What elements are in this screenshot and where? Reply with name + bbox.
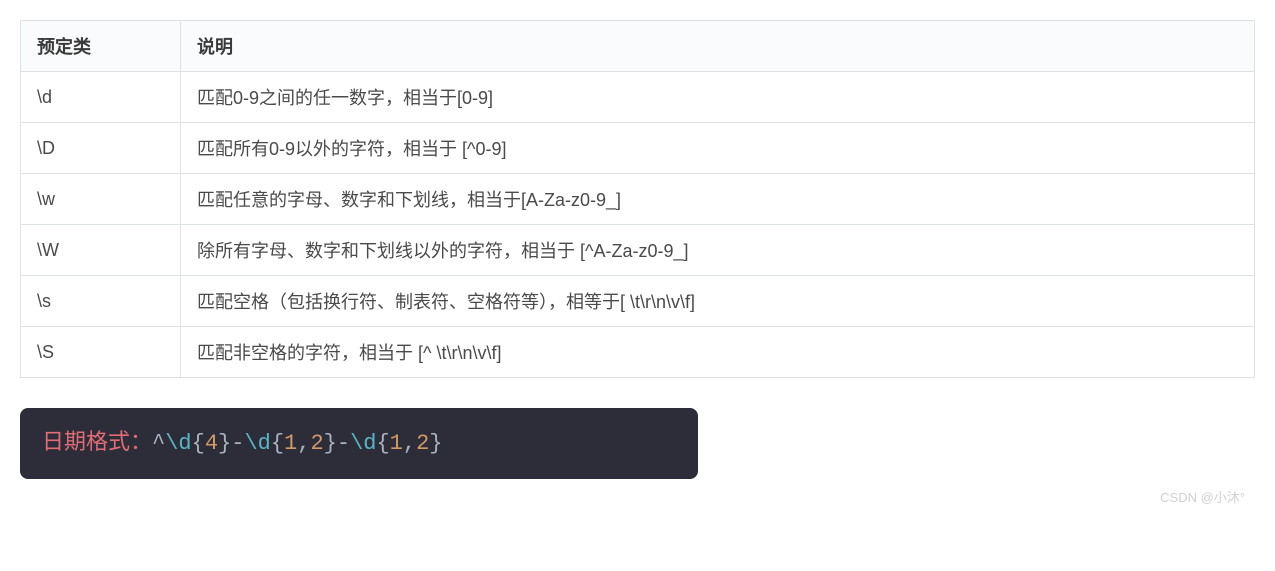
cell-desc: 除所有字母、数字和下划线以外的字符，相当于 [^A-Za-z0-9_] — [181, 225, 1255, 276]
code-token: 4 — [205, 431, 218, 456]
cell-pattern: \d — [21, 72, 181, 123]
cell-desc: 匹配所有0-9以外的字符，相当于 [^0-9] — [181, 123, 1255, 174]
watermark: CSDN @小沐° — [20, 487, 1255, 506]
cell-pattern: \W — [21, 225, 181, 276]
table-row: \w匹配任意的字母、数字和下划线，相当于[A-Za-z0-9_] — [21, 174, 1255, 225]
code-token: { — [376, 431, 389, 456]
table-row: \W除所有字母、数字和下划线以外的字符，相当于 [^A-Za-z0-9_] — [21, 225, 1255, 276]
code-token: \d — [244, 431, 270, 456]
code-token: ^ — [152, 431, 165, 456]
code-token: \d — [165, 431, 191, 456]
code-token: 2 — [416, 431, 429, 456]
code-token: { — [271, 431, 284, 456]
code-token: , — [297, 431, 310, 456]
code-block: 日期格式：^\d{4}-\d{1,2}-\d{1,2} — [20, 408, 698, 479]
cell-desc: 匹配非空格的字符，相当于 [^ \t\r\n\v\f] — [181, 327, 1255, 378]
code-token: - — [337, 431, 350, 456]
table-row: \S匹配非空格的字符，相当于 [^ \t\r\n\v\f] — [21, 327, 1255, 378]
table-row: \s匹配空格（包括换行符、制表符、空格符等），相等于[ \t\r\n\v\f] — [21, 276, 1255, 327]
code-token: 2 — [310, 431, 323, 456]
cell-desc: 匹配空格（包括换行符、制表符、空格符等），相等于[ \t\r\n\v\f] — [181, 276, 1255, 327]
code-token: } — [324, 431, 337, 456]
table-row: \d匹配0-9之间的任一数字，相当于[0-9] — [21, 72, 1255, 123]
cell-desc: 匹配任意的字母、数字和下划线，相当于[A-Za-z0-9_] — [181, 174, 1255, 225]
code-label: 日期格式： — [42, 431, 152, 456]
header-desc: 说明 — [181, 21, 1255, 72]
code-token: } — [429, 431, 442, 456]
cell-pattern: \w — [21, 174, 181, 225]
cell-pattern: \s — [21, 276, 181, 327]
code-token: \d — [350, 431, 376, 456]
regex-class-table: 预定类 说明 \d匹配0-9之间的任一数字，相当于[0-9]\D匹配所有0-9以… — [20, 20, 1255, 378]
cell-desc: 匹配0-9之间的任一数字，相当于[0-9] — [181, 72, 1255, 123]
header-pattern: 预定类 — [21, 21, 181, 72]
code-token: - — [231, 431, 244, 456]
code-token: { — [192, 431, 205, 456]
code-token: } — [218, 431, 231, 456]
cell-pattern: \D — [21, 123, 181, 174]
cell-pattern: \S — [21, 327, 181, 378]
table-header-row: 预定类 说明 — [21, 21, 1255, 72]
table-row: \D匹配所有0-9以外的字符，相当于 [^0-9] — [21, 123, 1255, 174]
code-token: 1 — [390, 431, 403, 456]
code-token: , — [403, 431, 416, 456]
code-token: 1 — [284, 431, 297, 456]
